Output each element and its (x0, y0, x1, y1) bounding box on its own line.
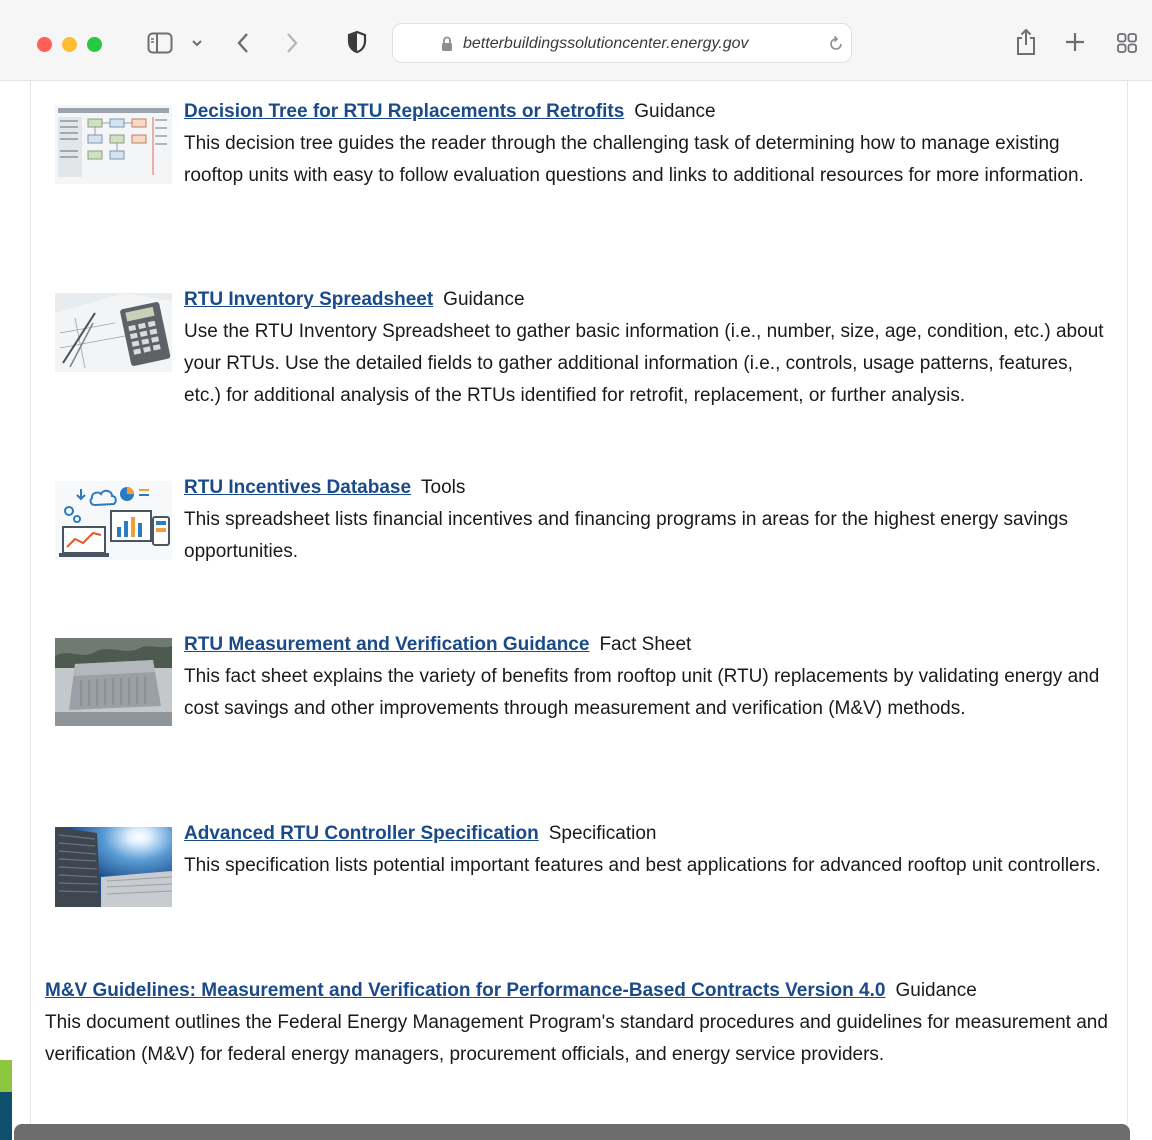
tab-overview-icon[interactable] (1114, 30, 1140, 56)
resource-item: M&V Guidelines: Measurement and Verifica… (45, 975, 1115, 1071)
page-content: Decision Tree for RTU Replacements or Re… (30, 80, 1128, 1125)
resource-item: RTU Inventory Spreadsheet Guidance Use th… (45, 284, 1115, 412)
resource-description: This fact sheet explains the variety of … (184, 666, 1100, 719)
calculator-blueprint-thumbnail[interactable] (55, 293, 172, 383)
resource-description: This spreadsheet lists financial incenti… (184, 509, 1068, 562)
resource-description: This decision tree guides the reader thr… (184, 133, 1084, 186)
resource-item: RTU Measurement and Verification Guidanc… (45, 629, 1115, 737)
lock-icon (440, 35, 454, 53)
resource-type: Guidance (634, 101, 716, 122)
sidebar-icon[interactable] (146, 31, 174, 55)
bottom-panel-bar (14, 1124, 1130, 1140)
rooftop-unit-thumbnail[interactable] (55, 638, 172, 737)
resource-item: RTU Incentives Database Tools This spread… (45, 472, 1115, 571)
chevron-down-icon[interactable] (190, 34, 204, 52)
resource-item: Decision Tree for RTU Replacements or Re… (45, 96, 1115, 195)
resource-item: Advanced RTU Controller Specification Spe… (45, 818, 1115, 918)
flowchart-thumbnail[interactable] (55, 105, 172, 195)
resource-type: Specification (548, 823, 657, 844)
side-accent-graphic (0, 1060, 12, 1140)
resource-title-link[interactable]: M&V Guidelines: Measurement and Verifica… (45, 980, 885, 1001)
resource-description: This document outlines the Federal Energ… (45, 1012, 1108, 1065)
resource-title-link[interactable]: RTU Incentives Database (184, 477, 411, 498)
minimize-window-button[interactable] (62, 37, 77, 52)
reload-icon[interactable] (827, 34, 845, 54)
address-bar[interactable]: betterbuildingssolutioncenter.energy.gov (392, 23, 852, 63)
forward-icon[interactable] (282, 30, 302, 56)
resource-title-link[interactable]: Decision Tree for RTU Replacements or Re… (184, 101, 624, 122)
shield-icon[interactable] (346, 29, 368, 55)
resource-description: Use the RTU Inventory Spreadsheet to gat… (184, 321, 1104, 406)
close-window-button[interactable] (37, 37, 52, 52)
back-icon[interactable] (233, 30, 253, 56)
resource-type: Guidance (443, 289, 525, 310)
share-icon[interactable] (1013, 27, 1039, 57)
resource-type: Tools (421, 477, 466, 498)
url-text: betterbuildingssolutioncenter.energy.gov (463, 35, 749, 52)
resource-title-link[interactable]: RTU Measurement and Verification Guidanc… (184, 634, 589, 655)
resource-title-link[interactable]: Advanced RTU Controller Specification (184, 823, 539, 844)
resource-type: Fact Sheet (599, 634, 692, 655)
zoom-window-button[interactable] (87, 37, 102, 52)
devices-cloud-thumbnail[interactable] (55, 481, 172, 571)
rooftop-fans-sky-thumbnail[interactable] (55, 827, 173, 918)
resource-description: This specification lists potential impor… (184, 855, 1101, 876)
resource-title-link[interactable]: RTU Inventory Spreadsheet (184, 289, 433, 310)
browser-toolbar: betterbuildingssolutioncenter.energy.gov (0, 0, 1152, 81)
plus-icon[interactable] (1062, 28, 1088, 56)
resource-type: Guidance (895, 980, 977, 1001)
